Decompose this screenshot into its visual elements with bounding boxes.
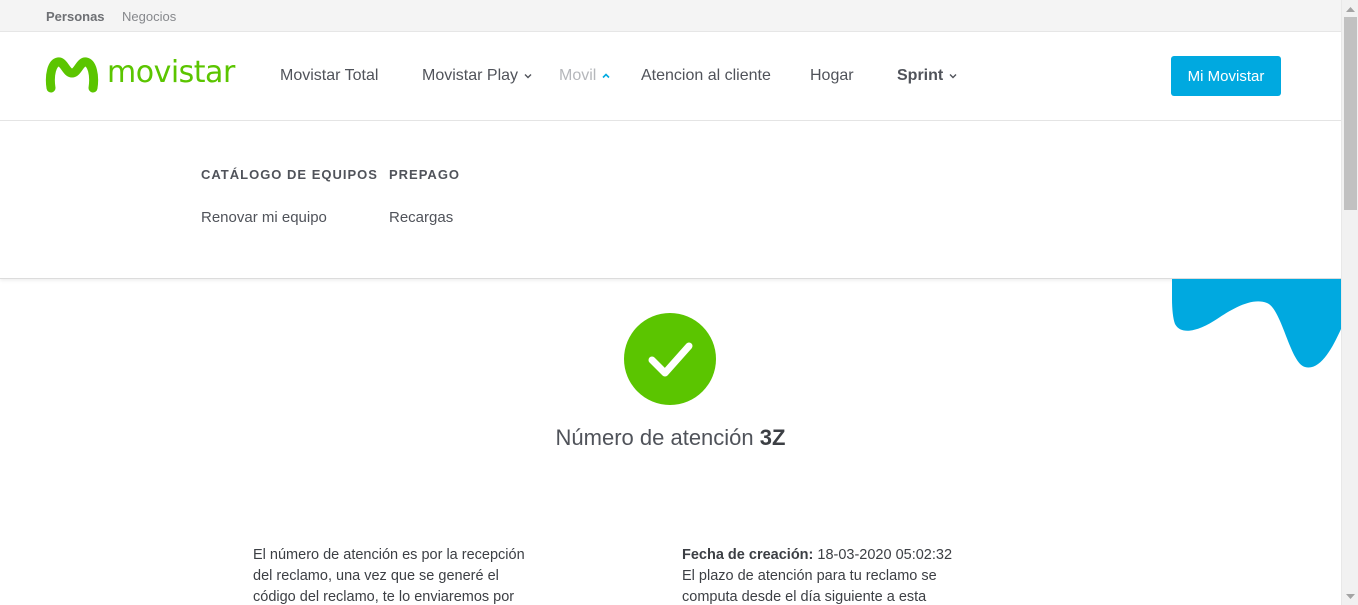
- movistar-logo[interactable]: movistar: [45, 52, 235, 96]
- chevron-down-icon: [948, 71, 958, 81]
- attention-label: Número de atención: [555, 425, 754, 450]
- success-check-badge: [624, 313, 716, 405]
- created-label: Fecha de creación:: [682, 547, 814, 563]
- attention-number: 3Z: [759, 425, 786, 450]
- deadline-info-text: El plazo de atención para tu reclamo se …: [682, 568, 937, 605]
- chevron-down-icon: [523, 71, 533, 81]
- attention-number-title: Número de atención 3Z: [0, 425, 1341, 451]
- nav-label: Movil: [559, 67, 597, 84]
- nav-label: Movistar Total: [280, 67, 379, 84]
- nav-atencion-cliente[interactable]: Atencion al cliente: [641, 67, 771, 85]
- mi-movistar-button[interactable]: Mi Movistar: [1171, 56, 1281, 96]
- scroll-thumb[interactable]: [1344, 17, 1357, 210]
- nav-label: Hogar: [810, 67, 854, 84]
- movil-dropdown-menu: CATÁLOGO DE EQUIPOS Renovar mi equipo PR…: [0, 121, 1341, 279]
- logo-wordmark: movistar: [107, 54, 235, 90]
- nav-label: Sprint: [897, 67, 944, 84]
- nav-movil[interactable]: Movil: [559, 67, 611, 85]
- dropdown-heading-prepago: PREPAGO: [389, 167, 461, 182]
- nav-movistar-play[interactable]: Movistar Play: [422, 67, 533, 85]
- created-value: 18-03-2020 05:02:32: [817, 547, 953, 563]
- dropdown-heading-catalogo: CATÁLOGO DE EQUIPOS: [201, 167, 378, 182]
- segment-negocios-link[interactable]: Negocios: [122, 9, 176, 24]
- nav-label: Movistar Play: [422, 67, 519, 84]
- main-header: movistar Movistar Total Movistar Play Mo…: [0, 32, 1341, 121]
- attention-info-text: El número de atención es por la recepció…: [253, 547, 525, 605]
- segment-bar: Personas Negocios: [0, 0, 1341, 32]
- nav-movistar-total[interactable]: Movistar Total: [280, 67, 378, 85]
- dropdown-link-renovar[interactable]: Renovar mi equipo: [201, 209, 327, 226]
- nav-label: Atencion al cliente: [641, 67, 771, 84]
- dropdown-link-recargas[interactable]: Recargas: [389, 209, 453, 226]
- segment-personas-link[interactable]: Personas: [46, 9, 105, 24]
- chevron-up-icon: [601, 71, 611, 81]
- scroll-up-arrow-icon[interactable]: [1342, 0, 1358, 17]
- scroll-down-arrow-icon[interactable]: [1342, 588, 1358, 605]
- creation-info: Fecha de creación: 18-03-2020 05:02:32 E…: [682, 545, 982, 605]
- page-scrollbar[interactable]: [1341, 0, 1358, 605]
- movistar-m-icon: [45, 57, 99, 93]
- decorative-blob: [1172, 279, 1341, 368]
- check-icon: [648, 342, 693, 377]
- nav-sprint[interactable]: Sprint: [897, 67, 958, 85]
- nav-hogar[interactable]: Hogar: [810, 67, 854, 85]
